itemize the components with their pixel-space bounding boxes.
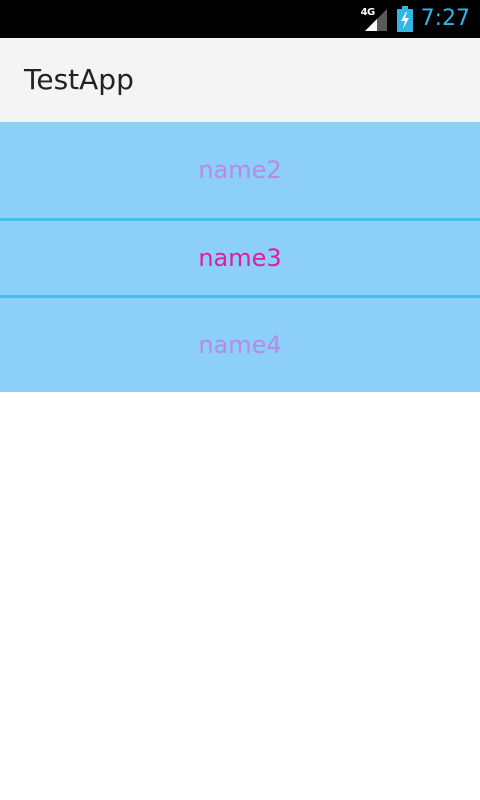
app-title: TestApp [24,63,134,96]
battery-charging-icon [396,6,413,32]
network-type-label: 4G [360,7,376,18]
screen: 4G 7:27 TestApp name2 name3 name4 [0,0,480,800]
list-item-name2[interactable]: name2 [0,122,480,218]
list-item-label: name4 [198,331,282,359]
list-item-name4[interactable]: name4 [0,298,480,392]
status-icons: 4G 7:27 [361,0,470,38]
name-list: name2 name3 name4 [0,122,480,392]
list-item-label: name3 [198,244,282,272]
status-clock: 7:27 [420,6,470,31]
action-bar: TestApp [0,38,480,122]
status-bar: 4G 7:27 [0,0,480,38]
signal-icon: 4G [361,5,389,33]
list-item-name3[interactable]: name3 [0,221,480,295]
list-item-label: name2 [198,156,282,184]
